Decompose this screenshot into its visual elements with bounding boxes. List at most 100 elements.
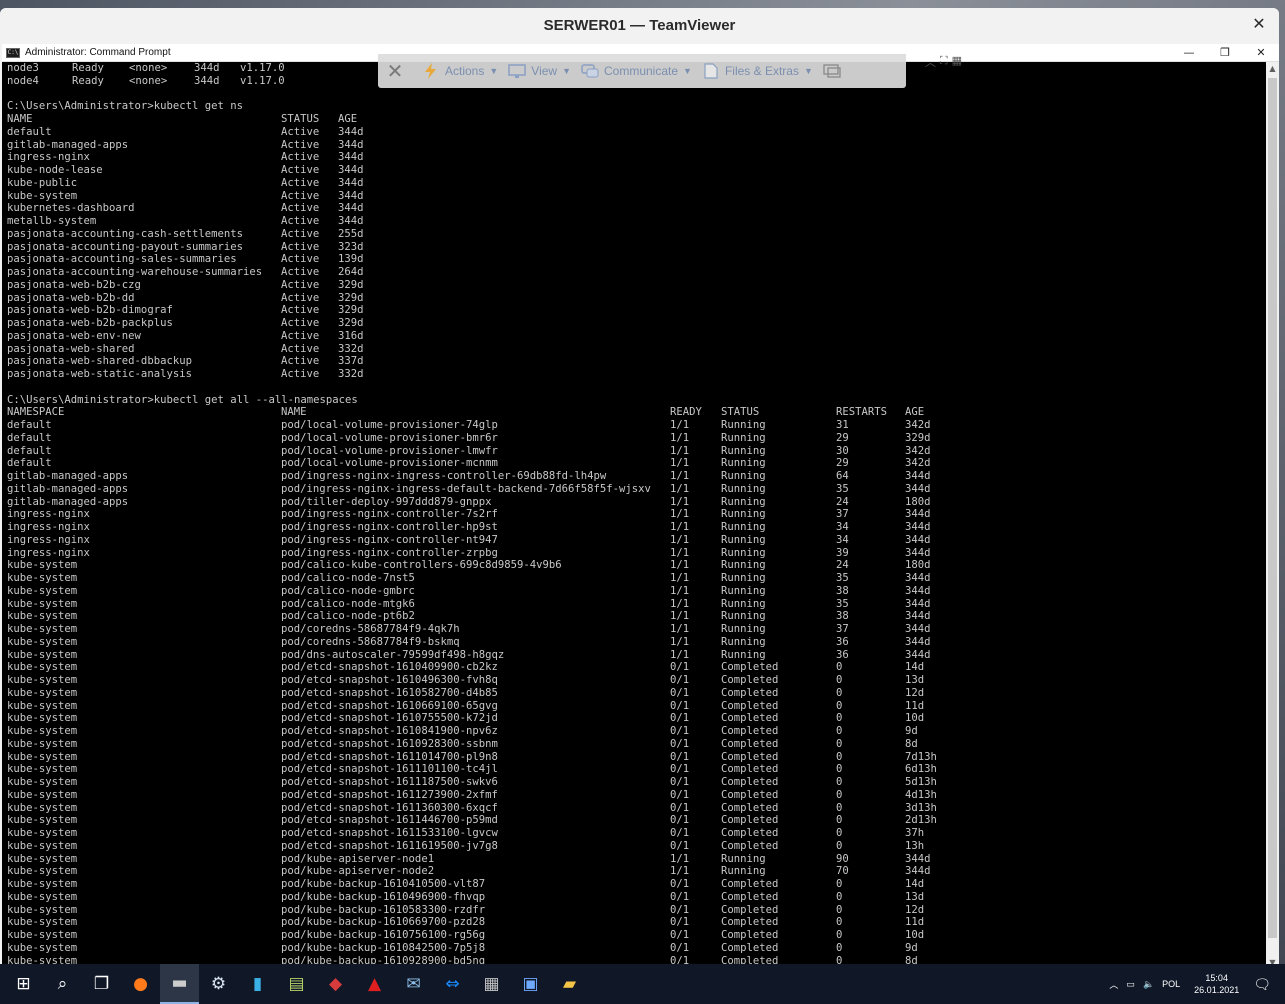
cmd-title: Administrator: Command Prompt [25,47,171,58]
restore-button[interactable]: ❐ [1207,44,1243,62]
node-cell: Ready [72,74,104,87]
server-manager-taskbar-button[interactable]: ▮ [238,964,277,1004]
firefox-taskbar-button[interactable]: ● [121,964,160,1004]
fullscreen-icon[interactable]: ⛶ [940,54,948,70]
scroll-thumb[interactable] [1268,78,1277,938]
toolbar-close-icon[interactable]: ✕ [378,59,412,83]
task-view-taskbar-button[interactable]: ❐ [82,964,121,1004]
pod-cell: 9d [905,941,918,954]
pod-cell: pod/calico-kube-controllers-699c8d9859-4… [281,559,562,572]
pod-cell: kube-system [7,750,78,763]
pod-cell: 1/1 [670,470,690,482]
pod-cell: 0/1 [670,776,690,788]
pod-cell: kube-system [7,763,78,776]
minimize-button[interactable]: — [1171,44,1207,62]
pod-cell: Running [721,470,766,482]
ns-cell: pasjonata-accounting-cash-settlements [7,227,243,240]
pod-cell: default [7,419,52,431]
pod-cell: 344d [905,533,931,546]
pod-cell: 0 [836,839,843,852]
windows-start-taskbar-button[interactable]: ⊞ [4,964,43,1004]
pod-cell: 29 [836,457,849,470]
tray-expand-icon[interactable]: ︿ [1109,978,1118,991]
pod-row: kube-system pod/etcd-snapshot-1610841900-… [7,725,1265,738]
toolbar-files-extras-label: Files & Extras [724,64,799,78]
pod-cell: 0 [836,776,843,788]
network-printer-taskbar-button[interactable]: ▦ [472,964,511,1004]
services-gear-taskbar-button[interactable]: ⚙ [199,964,238,1004]
pod-cell: 1/1 [670,572,690,584]
pod-row: kube-system pod/etcd-snapshot-1611446700-… [7,814,1265,827]
toolbar-actions-menu[interactable]: Actions ▼ [422,63,498,79]
input-language[interactable]: POL [1162,979,1180,989]
volume-muted-icon[interactable]: 🔈 [1143,979,1154,990]
pod-row: default pod/local-volume-provisioner-lmwf… [7,445,1265,458]
network-tool-taskbar-button[interactable]: ▣ [511,964,550,1004]
pod-cell: kube-system [7,878,78,890]
console-output[interactable]: node3 Ready <none> 344d v1.17.0 node4 Ready <no… [5,62,1265,970]
pod-cell: 0/1 [670,878,690,890]
pod-row: kube-system pod/etcd-snapshot-1610669100-… [7,700,1265,713]
toolbar-files-extras-menu[interactable]: Files & Extras ▼ [702,63,813,79]
grid-icon[interactable]: ▦ [952,54,962,70]
pod-cell: 36 [836,648,849,661]
pod-cell: ingress-nginx [7,533,90,546]
clock[interactable]: 15:04 26.01.2021 [1194,972,1239,996]
pod-cell: 342d [905,457,931,470]
pod-cell: 1/1 [670,852,690,865]
pod-row: kube-system pod/coredns-58687784f9-4qk7h 1… [7,623,1265,636]
collapse-toolbar-icon[interactable]: ︿ [925,54,936,70]
teamviewer-titlebar[interactable]: SERWER01 — TeamViewer ✕ [0,8,1279,42]
toolbar-remote-screen-button[interactable] [823,63,846,79]
ns-cell: Active [281,138,320,151]
pod-cell: Running [721,431,766,444]
pod-cell: 342d [905,419,931,431]
cmd-close-button[interactable]: ✕ [1243,44,1279,62]
ns-cell: 329d [338,304,364,317]
acrobat-taskbar-button[interactable]: ▲ [355,964,394,1004]
scroll-up-arrow-icon[interactable]: ▲ [1266,62,1279,76]
pod-row: kube-system pod/kube-apiserver-node2 1/1 Ru… [7,865,1265,878]
pod-cell: Completed [721,890,779,903]
remote-desktop-taskbar-button[interactable]: ✉ [394,964,433,1004]
pod-cell: pod/local-volume-provisioner-bmr6r [281,431,498,444]
chat-icon [581,64,599,78]
pod-cell: Completed [721,814,779,827]
ns-cell: 255d [338,227,364,240]
ns-cell: 344d [338,176,364,189]
pod-cell: ingress-nginx [7,521,90,533]
toolbar-view-menu[interactable]: View ▼ [508,63,571,79]
folder-taskbar-button[interactable]: ▰ [550,964,589,1004]
ns-row: pasjonata-web-b2b-dimograf Active 329d [7,304,1265,317]
pod-cell: Running [721,546,766,559]
pod-row: kube-system pod/etcd-snapshot-1610496300-… [7,674,1265,687]
toolbar-communicate-menu[interactable]: Communicate ▼ [581,63,692,79]
search-taskbar-button[interactable]: ⌕ [43,964,82,1004]
console-scrollbar[interactable]: ▲ ▼ [1266,62,1279,970]
pod-row: kube-system pod/etcd-snapshot-1610755500-… [7,712,1265,725]
notification-icon[interactable]: 🗨 [1253,976,1271,993]
pod-cell: gitlab-managed-apps [7,470,129,482]
pod-cell: kube-system [7,916,78,929]
command-prompt-taskbar-button[interactable]: ▬ [160,964,199,1004]
ssl-tool-taskbar-button[interactable]: ◆ [316,964,355,1004]
pod-cell: kube-system [7,686,78,699]
pod-cell: kube-system [7,559,78,572]
teamviewer-taskbar-button[interactable]: ⇔ [433,964,472,1004]
pod-cell: Running [721,572,766,584]
pod-cell: default [7,431,52,444]
pod-cell: Completed [721,776,779,788]
pod-cell: 1/1 [670,444,690,457]
pod-cell: pod/ingress-nginx-ingress-default-backen… [281,482,651,495]
teamviewer-close-button[interactable]: ✕ [1249,14,1269,34]
network-icon[interactable]: ▭ [1126,979,1135,990]
pod-cell: 0 [836,699,843,712]
pod-cell: 180d [905,559,931,572]
ns-cell: pasjonata-accounting-sales-summaries [7,253,237,266]
pod-cell: 0 [836,916,843,929]
pod-cell: Completed [721,929,779,941]
pod-cell: pod/etcd-snapshot-1610582700-d4b85 [281,686,498,699]
pod-cell: pod/kube-apiserver-node1 [281,852,435,865]
pod-cell: kube-system [7,674,78,686]
file-explorer-notepad-taskbar-button[interactable]: ▤ [277,964,316,1004]
